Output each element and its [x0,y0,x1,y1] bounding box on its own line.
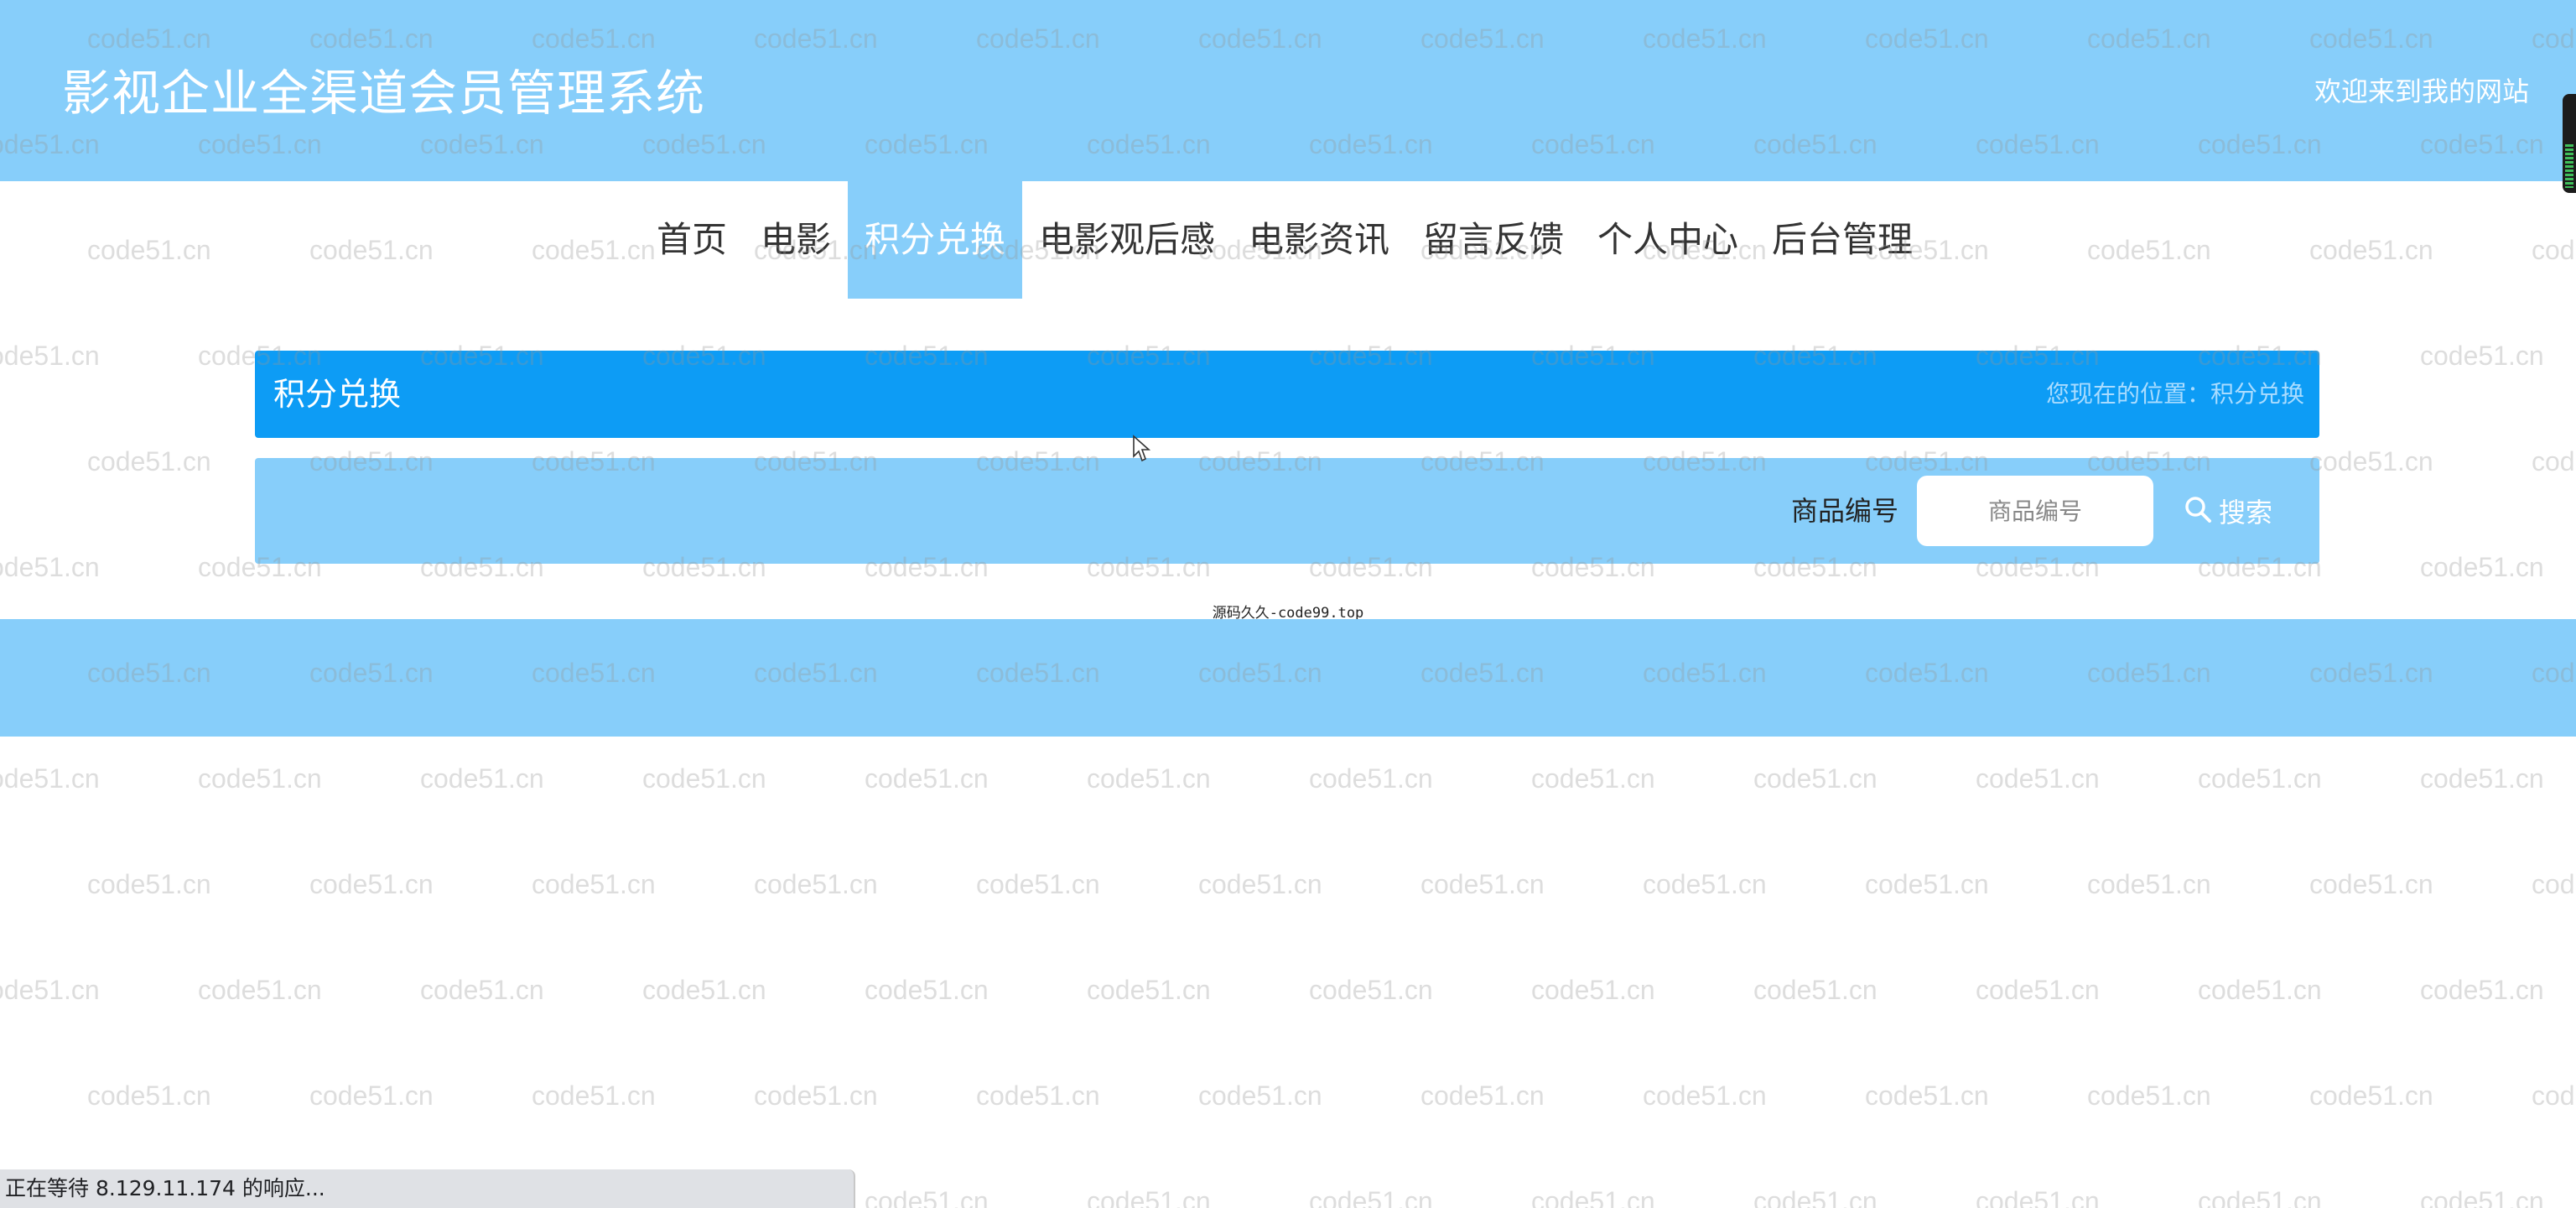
watermark-text: code51.cn [1865,869,1989,899]
watermark-text: code51.cn [642,975,766,1005]
watermark-text: code51.cn [1420,869,1545,899]
watermark-text: code51.cn [1976,1186,2100,1208]
watermark-text: code51.cn [754,869,878,899]
watermark-text: code51.cn [1309,763,1433,794]
watermark-text: code51.cn [1643,869,1767,899]
watermark-text: code51.cn [1753,975,1877,1005]
watermark-text: code51.cn [1643,1080,1767,1111]
breadcrumb: 您现在的位置：积分兑换 [2045,380,2304,408]
nav-item-movies[interactable]: 电影 [744,181,848,299]
site-header: 影视企业全渠道会员管理系统 欢迎来到我的网站 [0,0,2576,181]
watermark-text: code51.cn [1087,1186,1211,1208]
watermark-text: code51.cn [198,763,322,794]
watermark-text: code51.cn [2309,869,2433,899]
watermark-text: code51.cn [2087,869,2211,899]
search-label: 商品编号 [1791,495,1899,527]
watermark-text: code51.cn [1198,1080,1322,1111]
watermark-text: code51.cn [754,1080,878,1111]
nav-item-home[interactable]: 首页 [640,181,744,299]
watermark-text: code51.cn [2420,552,2544,582]
watermark-text: code51.cn [1309,975,1433,1005]
watermark-text: code51.cn [198,975,322,1005]
watermark-text: code51.cn [1087,975,1211,1005]
nav-item-movie-reviews[interactable]: 电影观后感 [1022,181,1232,299]
main-nav: 首页 电影 积分兑换 电影观后感 电影资讯 留言反馈 个人中心 后台管理 [0,181,2576,299]
watermark-text: code51.cn [2420,341,2544,371]
watermark-text: code51.cn [2087,1080,2211,1111]
page-root: 影视企业全渠道会员管理系统 欢迎来到我的网站 首页 电影 积分兑换 电影观后感 … [0,0,2576,1208]
watermark-text: code51.cn [1420,1080,1545,1111]
watermark-text: code51.cn [1753,1186,1877,1208]
watermark-text: code51.cn [532,1080,656,1111]
watermark-text: code51.cn [1087,763,1211,794]
watermark-text: code51.cn [1531,1186,1655,1208]
watermark-text: code51.cn [2420,975,2544,1005]
watermark-text: code51.cn [865,763,989,794]
product-number-input[interactable] [1917,476,2153,546]
watermark-text: code51.cn [1198,869,1322,899]
watermark-text: code51.cn [1531,975,1655,1005]
scrollbar[interactable] [2563,94,2576,193]
welcome-text: 欢迎来到我的网站 [2314,76,2529,107]
search-button[interactable]: 搜索 [2184,482,2272,540]
watermark-text: code51.cn [87,446,211,476]
nav-item-points-exchange[interactable]: 积分兑换 [847,181,1022,299]
watermark-text: code51.cn [309,869,434,899]
watermark-text: code51.cn [309,1080,434,1111]
page-title: 积分兑换 [273,376,402,413]
watermark-text: code51.cn [532,869,656,899]
watermark-text: code51.cn [420,763,544,794]
watermark-text: code51.cn [865,975,989,1005]
search-bar: 商品编号 搜索 [255,458,2319,564]
site-title: 影视企业全渠道会员管理系统 [62,65,706,122]
watermark-text: code51.cn [2532,869,2576,899]
watermark-text: code51.cn [1753,763,1877,794]
watermark-text: code51.cn [2532,446,2576,476]
watermark-text: code51.cn [2532,1080,2576,1111]
nav-item-admin[interactable]: 后台管理 [1755,181,1929,299]
watermark-text: code51.cn [642,763,766,794]
watermark-text: code51.cn [2309,446,2433,476]
mouse-cursor-icon [1132,435,1152,466]
watermark-text: code51.cn [2420,1186,2544,1208]
site-footer [0,619,2576,737]
watermark-text: code51.cn [0,975,100,1005]
watermark-text: code51.cn [420,975,544,1005]
watermark-text: code51.cn [1976,975,2100,1005]
watermark-text: code51.cn [1309,1186,1433,1208]
scrollbar-thumb[interactable] [2565,144,2573,188]
search-button-label: 搜索 [2219,497,2273,528]
watermark-text: code51.cn [2198,763,2322,794]
watermark-text: code51.cn [87,1080,211,1111]
search-icon [2184,495,2212,527]
watermark-text: code51.cn [865,1186,989,1208]
watermark-text: code51.cn [2420,763,2544,794]
watermark-text: code51.cn [87,869,211,899]
watermark-text: code51.cn [976,1080,1100,1111]
watermark-text: code51.cn [1865,1080,1989,1111]
watermark-text: code51.cn [976,869,1100,899]
status-text: 正在等待 8.129.11.174 的响应... [5,1176,325,1200]
nav-item-feedback[interactable]: 留言反馈 [1406,181,1581,299]
page-banner: 积分兑换 您现在的位置：积分兑换 [255,351,2319,438]
nav-list: 首页 电影 积分兑换 电影观后感 电影资讯 留言反馈 个人中心 后台管理 [640,181,1929,299]
browser-status-bar: 正在等待 8.129.11.174 的响应... [0,1169,855,1208]
watermark-text: code51.cn [1531,763,1655,794]
watermark-text: code51.cn [1976,763,2100,794]
watermark-text: code51.cn [2198,975,2322,1005]
nav-item-movie-news[interactable]: 电影资讯 [1232,181,1406,299]
watermark-text: code51.cn [0,552,100,582]
watermark-text: code51.cn [2309,1080,2433,1111]
watermark-text: code51.cn [2198,1186,2322,1208]
nav-item-personal-center[interactable]: 个人中心 [1581,181,1755,299]
watermark-text: code51.cn [0,763,100,794]
watermark-text: code51.cn [0,341,100,371]
